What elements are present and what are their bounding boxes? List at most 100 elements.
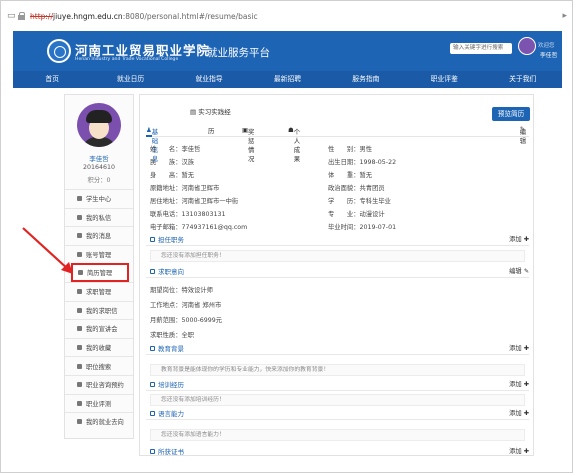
sidebar-item-job-management[interactable]: 求职管理 bbox=[65, 281, 133, 301]
nav-home[interactable]: 首页 bbox=[13, 71, 91, 88]
info-label: 出生日期： bbox=[328, 159, 360, 166]
profile-name[interactable]: 李佳哲 bbox=[65, 153, 133, 163]
profile-id: 20164610 bbox=[82, 164, 116, 171]
info-value: 专科生毕业 bbox=[359, 198, 391, 205]
info-value: 5000-6999元 bbox=[181, 317, 223, 324]
info-degree: 学 历：专科生毕业 bbox=[328, 196, 391, 205]
info-height: 身 高：暂无 bbox=[150, 170, 194, 179]
sidebar-item-label: 职位搜索 bbox=[86, 363, 112, 371]
info-label: 学 历： bbox=[328, 198, 360, 205]
preview-resume-button[interactable]: 预览简历 bbox=[492, 107, 530, 121]
site-header: 河南工业贸易职业学院 Henan Industry and Trade Voca… bbox=[13, 31, 562, 71]
nav-calendar[interactable]: 就业日历 bbox=[91, 71, 169, 88]
training-empty: 您还没有添加培训经历！ bbox=[150, 394, 525, 406]
add-education-button[interactable]: 添加 ✚ bbox=[509, 343, 529, 352]
nav-service[interactable]: 服务指南 bbox=[327, 71, 405, 88]
language-empty: 您还没有添加语言能力！ bbox=[150, 429, 525, 441]
divider bbox=[146, 245, 529, 246]
info-origin: 原籍地址：河南省卫辉市 bbox=[150, 183, 219, 192]
url-path: :8080/personal.html#/resume/basic bbox=[122, 11, 258, 21]
add-language-button[interactable]: 添加 ✚ bbox=[509, 408, 529, 417]
nav-assessment[interactable]: 职业评鉴 bbox=[405, 71, 483, 88]
section-title-label: 所获证书 bbox=[158, 448, 184, 456]
info-label: 求职性质： bbox=[150, 332, 182, 339]
add-label: 添加 bbox=[509, 448, 522, 455]
sidebar-item-label: 我的私信 bbox=[86, 214, 112, 222]
letter-icon bbox=[77, 307, 82, 313]
search-input[interactable]: 输入关键字进行搜索 bbox=[450, 43, 512, 54]
bookmark-icon[interactable]: ▸ bbox=[562, 11, 567, 21]
sidebar-item-seminars[interactable]: 我的宣讲会 bbox=[65, 319, 133, 338]
add-position-button[interactable]: 添加 ✚ bbox=[509, 234, 529, 243]
section-job-intent: 求职意向 bbox=[150, 266, 184, 276]
edit-basic-button[interactable]: 编辑 ✎ bbox=[520, 126, 526, 145]
edit-label: 编辑 bbox=[519, 129, 527, 145]
info-label: 专 业： bbox=[328, 211, 360, 218]
nav-guidance[interactable]: 就业指导 bbox=[170, 71, 248, 88]
arrow-shaft bbox=[22, 227, 70, 271]
info-value: 全职 bbox=[181, 332, 195, 339]
info-label: 原籍地址： bbox=[150, 185, 182, 192]
sidebar-item-job-search[interactable]: 职位搜索 bbox=[65, 356, 133, 375]
tab-awards[interactable]: ▣ 奖惩情况 bbox=[242, 126, 254, 163]
address-bar[interactable]: ▭ http:// jiuye.hngm.edu.cn :8080/person… bbox=[7, 7, 567, 25]
section-title-label: 培训经历 bbox=[158, 381, 184, 389]
main-nav: 首页 就业日历 就业指导 最新招聘 服务指南 职业评鉴 关于我们 bbox=[13, 71, 562, 88]
section-title-label: 担任职务 bbox=[158, 236, 184, 244]
info-birthdate: 出生日期：1998-05-22 bbox=[328, 157, 396, 166]
tab-education[interactable]: 历 bbox=[208, 126, 214, 135]
platform-title: 就业服务平台 bbox=[207, 47, 270, 59]
section-training: 培训经历 bbox=[150, 379, 184, 389]
sidebar-item-label: 我的收藏 bbox=[86, 345, 112, 353]
sidebar-item-private-messages[interactable]: 我的私信 bbox=[65, 207, 133, 227]
info-value: 暂无 bbox=[359, 172, 373, 179]
info-value: 汉族 bbox=[181, 159, 195, 166]
user-avatar[interactable] bbox=[518, 37, 536, 55]
section-title-label: 求职意向 bbox=[158, 268, 184, 276]
education-icon bbox=[150, 345, 155, 351]
section-positions: 担任职务 bbox=[150, 234, 184, 244]
info-value: 河南省 郑州市 bbox=[181, 302, 222, 309]
certificate-icon bbox=[150, 448, 155, 454]
red-arrow-annotation bbox=[22, 227, 73, 274]
intent-location: 工作地点：河南省 郑州市 bbox=[150, 300, 221, 309]
sidebar-item-student-center[interactable]: 学生中心 bbox=[65, 189, 133, 208]
nav-jobs[interactable]: 最新招聘 bbox=[248, 71, 326, 88]
info-label: 电子邮箱： bbox=[150, 224, 182, 231]
profile-points: 积分：0 bbox=[87, 177, 111, 184]
section-education: 教育背景 bbox=[150, 343, 184, 353]
add-training-button[interactable]: 添加 ✚ bbox=[509, 379, 529, 388]
sidebar-item-label: 我的求职信 bbox=[86, 307, 118, 315]
tab-internship[interactable]: ▤ 实习实践经 bbox=[190, 106, 231, 116]
presentation-icon bbox=[77, 326, 82, 332]
info-weight: 体 重：暂无 bbox=[328, 170, 372, 179]
profile-avatar[interactable] bbox=[77, 103, 121, 147]
intent-type: 求职性质：全职 bbox=[150, 330, 194, 339]
edit-intent-button[interactable]: 编辑 ✎ bbox=[509, 266, 529, 275]
test-icon bbox=[77, 400, 82, 406]
star-icon bbox=[77, 345, 82, 351]
sidebar-item-employment[interactable]: 我的就业去向 bbox=[65, 412, 133, 431]
insecure-lock-icon[interactable] bbox=[17, 11, 27, 21]
add-label: 添加 bbox=[509, 410, 522, 417]
sidebar-item-consulting[interactable]: 职业咨询预约 bbox=[65, 374, 133, 394]
info-label: 工作地点： bbox=[150, 302, 182, 309]
info-label: 体 重： bbox=[328, 172, 360, 179]
section-title-label: 语言能力 bbox=[158, 410, 184, 418]
destination-icon bbox=[77, 419, 82, 425]
header-username[interactable]: 李佳哲 bbox=[540, 50, 557, 59]
tab-internship-label: 实习实践经 bbox=[198, 108, 231, 116]
sidebar-item-career-test[interactable]: 职业评测 bbox=[65, 393, 133, 413]
info-value: 特效设计师 bbox=[181, 287, 213, 294]
sidebar-item-favorites[interactable]: 我的收藏 bbox=[65, 337, 133, 357]
info-value: 13103803131 bbox=[181, 211, 226, 218]
info-value: 动漫设计 bbox=[359, 211, 385, 218]
add-certificate-button[interactable]: 添加 ✚ bbox=[509, 446, 529, 455]
tab-achievements[interactable]: ☗ 个人成果 bbox=[288, 126, 300, 163]
divider bbox=[146, 277, 529, 278]
nav-about[interactable]: 关于我们 bbox=[484, 71, 562, 88]
target-icon bbox=[150, 268, 155, 274]
info-label: 民 族： bbox=[150, 159, 182, 166]
sidebar-item-cover-letter[interactable]: 我的求职信 bbox=[65, 300, 133, 320]
tab-basic-info[interactable]: ♟ 基础信息 bbox=[146, 126, 158, 163]
